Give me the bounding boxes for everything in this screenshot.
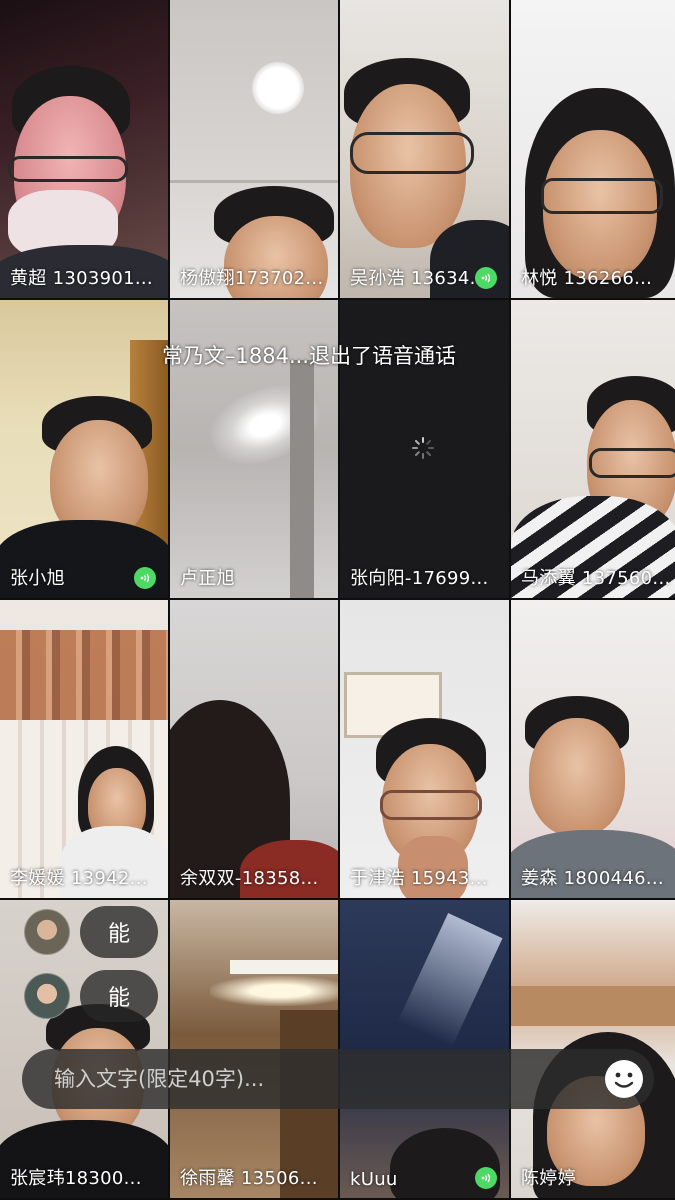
ceiling-lamp xyxy=(230,960,338,974)
video-tile[interactable]: 马添翼 137560... xyxy=(511,300,675,598)
participant-name: 陈婷婷 xyxy=(521,1168,576,1189)
video-tile[interactable]: 李媛媛 13942... xyxy=(0,600,168,898)
video-tile[interactable]: 于津浩 15943... xyxy=(340,600,509,898)
participant-name: 杨傲翔173702... xyxy=(180,268,324,289)
mic-active-icon xyxy=(475,267,497,289)
door-edge xyxy=(290,360,314,598)
video-tile[interactable]: 余双双-18358... xyxy=(170,600,338,898)
avatar[interactable] xyxy=(24,909,70,955)
video-tile[interactable]: 黄超 1303901... xyxy=(0,0,168,298)
shelf xyxy=(511,986,675,1026)
participant-name: 卢正旭 xyxy=(180,568,235,589)
glasses xyxy=(350,132,474,174)
glasses xyxy=(541,178,663,214)
avatar[interactable] xyxy=(24,973,70,1019)
blurred-light xyxy=(397,912,503,1048)
message-input[interactable] xyxy=(52,1066,576,1092)
emoji-icon[interactable] xyxy=(604,1059,644,1099)
participant-name: 李媛媛 13942... xyxy=(10,868,148,889)
participant-name: 于津浩 15943... xyxy=(350,868,488,889)
participant-name: 马添翼 137560... xyxy=(521,568,671,589)
participant-name: 张宸玮18300... xyxy=(10,1168,142,1189)
chat-message: 能 xyxy=(24,970,158,1022)
participant-name: 吴孙浩 13634... xyxy=(350,268,488,289)
video-tile[interactable]: 杨傲翔173702... xyxy=(170,0,338,298)
glasses xyxy=(589,448,675,478)
leave-notice: 常乃文–1884...退出了语音通话 xyxy=(162,344,456,368)
participant-name: 林悦 136266... xyxy=(521,268,653,289)
chat-bubble: 能 xyxy=(80,906,158,958)
light-glow xyxy=(210,976,338,1006)
participant-name: 徐雨馨 13506... xyxy=(180,1168,318,1189)
video-tile[interactable]: 吴孙浩 13634... xyxy=(340,0,509,298)
message-input-bar xyxy=(22,1049,654,1109)
participant-name: 黄超 1303901... xyxy=(10,268,153,289)
chat-message: 能 xyxy=(24,906,158,958)
glasses xyxy=(380,790,482,820)
mic-active-icon xyxy=(134,567,156,589)
curtain-pattern xyxy=(0,630,168,720)
loading-spinner-icon xyxy=(412,437,434,459)
wall-line xyxy=(170,180,338,183)
face xyxy=(529,718,625,836)
ceiling-light xyxy=(252,62,304,114)
participant-name: 张小旭 xyxy=(10,568,65,589)
video-tile[interactable]: 姜森 1800446... xyxy=(511,600,675,898)
mic-active-icon xyxy=(475,1167,497,1189)
glasses xyxy=(8,156,128,182)
participant-name: 张向阳-17699... xyxy=(350,568,489,589)
chat-bubble: 能 xyxy=(80,970,158,1022)
video-tile[interactable]: 林悦 136266... xyxy=(511,0,675,298)
participant-name: 姜森 1800446... xyxy=(521,868,664,889)
participant-name: kUuu xyxy=(350,1169,398,1190)
video-tile[interactable]: 张小旭 xyxy=(0,300,168,598)
participant-name: 余双双-18358... xyxy=(180,868,319,889)
